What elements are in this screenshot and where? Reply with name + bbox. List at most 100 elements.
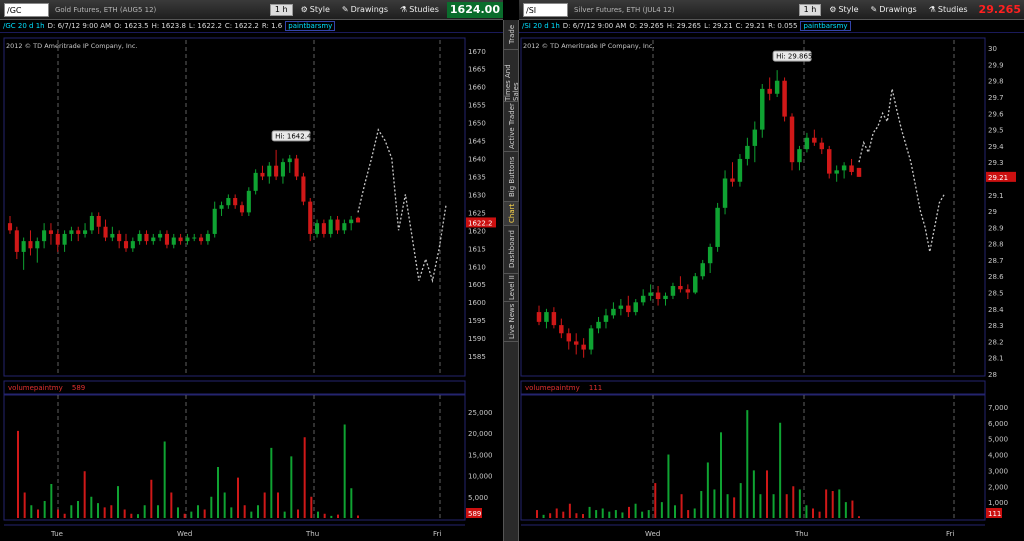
candle-body xyxy=(849,165,854,172)
candle-body xyxy=(308,201,313,234)
candle-body xyxy=(700,263,705,277)
candle-body xyxy=(349,219,354,224)
volume-study-value: 111 xyxy=(589,384,602,392)
price-tick-label: 29.3 xyxy=(988,159,1004,167)
candle-body xyxy=(178,237,183,242)
candle-body xyxy=(355,217,361,223)
price-tick-label: 29.5 xyxy=(988,127,1004,135)
candle-body xyxy=(841,165,847,171)
volume-study-label: volumepaintmy xyxy=(8,384,63,392)
candle-body xyxy=(7,223,13,231)
price-tick-label: 1605 xyxy=(468,281,486,289)
candle-body xyxy=(239,205,245,213)
volume-tick-label: 10,000 xyxy=(468,473,493,481)
candle-body xyxy=(151,237,156,242)
candle-body xyxy=(745,145,750,159)
candle-body xyxy=(663,295,668,300)
side-tab-trade[interactable]: Trade xyxy=(504,20,520,50)
candle-body xyxy=(804,137,810,150)
candle-body xyxy=(137,233,142,242)
gold-chart-canvas[interactable]: volumepaintmy 589 2012 © TD Ameritrade IP … xyxy=(0,0,503,541)
price-tick-label: 1595 xyxy=(468,317,486,325)
price-tick-label: 1665 xyxy=(468,66,486,74)
price-tick-label: 1630 xyxy=(468,191,486,199)
price-tick-label: 29.9 xyxy=(988,61,1004,69)
candle-body xyxy=(117,233,122,242)
candle-body xyxy=(212,208,217,234)
price-tick-label: 28.2 xyxy=(988,338,1004,346)
side-tab-active-trader[interactable]: Active Trader xyxy=(504,102,520,152)
volume-tick-label: 7,000 xyxy=(988,404,1008,412)
candle-body xyxy=(611,308,616,316)
candle-body xyxy=(267,165,272,177)
price-tick-label: 1660 xyxy=(468,84,486,92)
candle-body xyxy=(35,241,40,249)
candle-body xyxy=(226,198,231,206)
candle-body xyxy=(670,286,676,296)
candle-body xyxy=(737,158,743,182)
price-tick-label: 1640 xyxy=(468,156,486,164)
price-tick-label: 1670 xyxy=(468,48,486,56)
price-tick-label: 1600 xyxy=(468,299,486,307)
candle-body xyxy=(581,344,586,350)
side-tab-chart[interactable]: Chart xyxy=(504,202,520,226)
price-tick-label: 28.9 xyxy=(988,224,1004,232)
candle-body xyxy=(782,80,787,117)
price-tick-label: 29 xyxy=(988,208,997,216)
candle-body xyxy=(342,223,347,231)
date-label: Fri xyxy=(433,530,441,538)
candle-body xyxy=(797,149,802,163)
candle-body xyxy=(62,233,67,245)
candle-body xyxy=(233,198,238,206)
price-tick-label: 28.3 xyxy=(988,322,1004,330)
candle-body xyxy=(76,230,81,234)
side-tab-big-buttons[interactable]: Big Buttons xyxy=(504,152,520,202)
candle-body xyxy=(28,241,33,249)
volume-study-value: 589 xyxy=(72,384,85,392)
high-label: Hi: 1642.4 xyxy=(275,132,312,140)
candle-body xyxy=(14,230,19,252)
volume-study-label: volumepaintmy xyxy=(525,384,580,392)
candle-body xyxy=(335,219,340,231)
copyright-text: 2012 © TD Ameritrade IP Company, Inc. xyxy=(523,42,655,50)
candle-body xyxy=(693,276,698,293)
price-tick-label: 1650 xyxy=(468,120,486,128)
candle-body xyxy=(588,328,594,350)
gold-chart-panel: /GC Gold Futures, ETH (AUG5 12) 1 h ⚙ Sty… xyxy=(0,0,503,541)
price-tick-label: 28 xyxy=(988,371,997,379)
side-tab-level-ii[interactable]: Level II xyxy=(504,274,520,302)
candle-body xyxy=(760,88,765,130)
candle-body xyxy=(315,223,320,234)
price-tick-label: 1610 xyxy=(468,263,486,271)
price-tick-label: 28.8 xyxy=(988,241,1004,249)
candle-body xyxy=(96,215,101,227)
candle-body xyxy=(301,176,306,202)
volume-tick-label: 1,000 xyxy=(988,499,1008,507)
candle-body xyxy=(551,312,557,326)
side-tab-live-news[interactable]: Live News xyxy=(504,302,520,342)
silver-chart-canvas[interactable]: volumepaintmy 111 2012 © TD Ameritrade IP … xyxy=(519,0,1024,541)
candle-body xyxy=(144,233,149,242)
side-tab-dashboard[interactable]: Dashboard xyxy=(504,226,520,274)
candle-body xyxy=(648,292,653,296)
candle-body xyxy=(164,233,169,245)
volume-tick-label: 25,000 xyxy=(468,409,493,417)
price-tick-label: 28.6 xyxy=(988,273,1004,281)
date-label: Wed xyxy=(645,530,660,538)
price-tick-label: 1615 xyxy=(468,245,486,253)
candle-body xyxy=(89,215,94,231)
price-tick-label: 29.6 xyxy=(988,110,1004,118)
candle-body xyxy=(253,172,258,191)
volume-pane-frame xyxy=(3,394,466,521)
candle-body xyxy=(260,172,265,177)
price-tick-label: 29.4 xyxy=(988,143,1004,151)
candle-body xyxy=(559,325,564,334)
price-tick-label: 1635 xyxy=(468,173,486,181)
volume-tick-label: 2,000 xyxy=(988,483,1008,491)
silver-chart-panel: /SI Silver Futures, ETH (JUL4 12) 1 h ⚙ S… xyxy=(519,0,1024,541)
side-tab-times-and-sales[interactable]: Times And Sales xyxy=(504,50,520,102)
candle-body xyxy=(812,137,817,143)
candle-body xyxy=(219,205,224,209)
price-tick-label: 28.4 xyxy=(988,306,1004,314)
candle-body xyxy=(707,246,713,264)
